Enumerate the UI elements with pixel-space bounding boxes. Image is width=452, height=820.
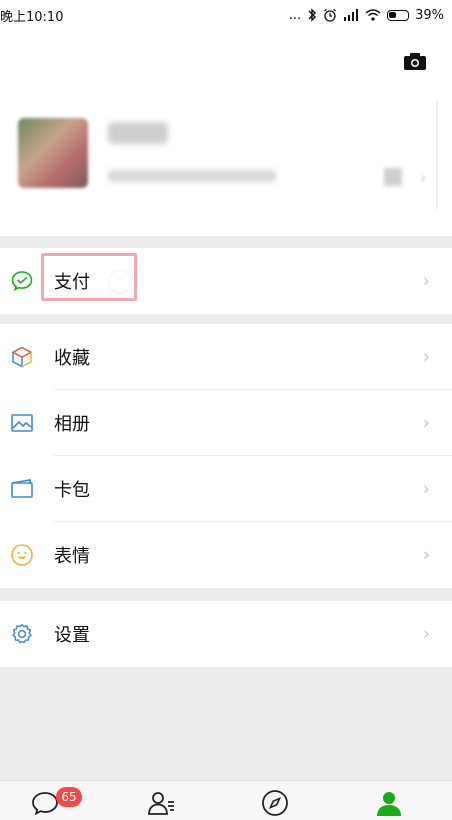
alarm-icon <box>324 8 336 22</box>
menu-item-settings[interactable]: 设置 › <box>0 601 452 667</box>
discover-icon[interactable] <box>260 789 290 817</box>
chevron-right-icon: › <box>422 623 430 645</box>
menu-item-cards-label: 卡包 <box>54 480 90 501</box>
main-menu-group: 收藏 › 相册 › 卡包 › 表情 › <box>0 324 452 588</box>
camera-icon[interactable] <box>404 52 426 70</box>
nickname-blurred <box>108 122 168 144</box>
wechat-id-blurred <box>108 170 276 182</box>
status-bar: 晚上10:10 ... 39% <box>0 0 452 30</box>
menu-item-stickers[interactable]: 表情 › <box>0 522 452 588</box>
menu-item-favorites-label: 收藏 <box>54 348 90 369</box>
signal-icon <box>344 9 359 21</box>
avatar[interactable] <box>18 118 88 188</box>
battery-percent: 39% <box>415 7 444 23</box>
status-icons: ... 39% <box>289 8 452 23</box>
wifi-icon <box>365 9 381 21</box>
chevron-right-icon: › <box>422 270 430 292</box>
profile-header[interactable]: › <box>0 30 452 236</box>
battery-icon <box>387 9 410 21</box>
chevron-right-icon: › <box>422 346 430 368</box>
settings-group: 设置 › <box>0 601 452 667</box>
header-edge <box>436 100 438 210</box>
pay-group: 支付 › <box>0 248 452 314</box>
album-picture-icon <box>11 414 33 432</box>
qr-code-icon[interactable] <box>384 168 402 186</box>
menu-item-stickers-label: 表情 <box>54 546 90 567</box>
menu-item-album[interactable]: 相册 › <box>0 390 452 456</box>
status-time: 晚上10:10 <box>0 9 64 25</box>
chevron-right-icon: › <box>420 168 427 187</box>
gear-icon <box>12 623 32 644</box>
sticker-smiley-icon <box>11 544 33 566</box>
menu-item-album-label: 相册 <box>54 414 90 435</box>
bluetooth-icon <box>308 8 317 22</box>
chevron-right-icon: › <box>422 412 430 434</box>
wechat-pay-icon <box>11 271 33 292</box>
chats-unread-badge: 65 <box>56 787 82 807</box>
menu-item-pay[interactable]: 支付 › <box>0 248 452 314</box>
contacts-icon[interactable] <box>146 789 176 817</box>
menu-item-pay-label: 支付 <box>54 272 90 293</box>
chevron-right-icon: › <box>422 544 430 566</box>
ripple-circle <box>108 270 132 294</box>
more-dots: ... <box>288 7 302 23</box>
card-wallet-icon <box>11 479 33 498</box>
menu-item-settings-label: 设置 <box>54 625 90 646</box>
menu-item-cards[interactable]: 卡包 › <box>0 456 452 522</box>
menu-item-favorites[interactable]: 收藏 › <box>0 324 452 390</box>
chevron-right-icon: › <box>422 478 430 500</box>
me-icon[interactable] <box>374 789 404 817</box>
favorites-cube-icon <box>11 346 33 368</box>
